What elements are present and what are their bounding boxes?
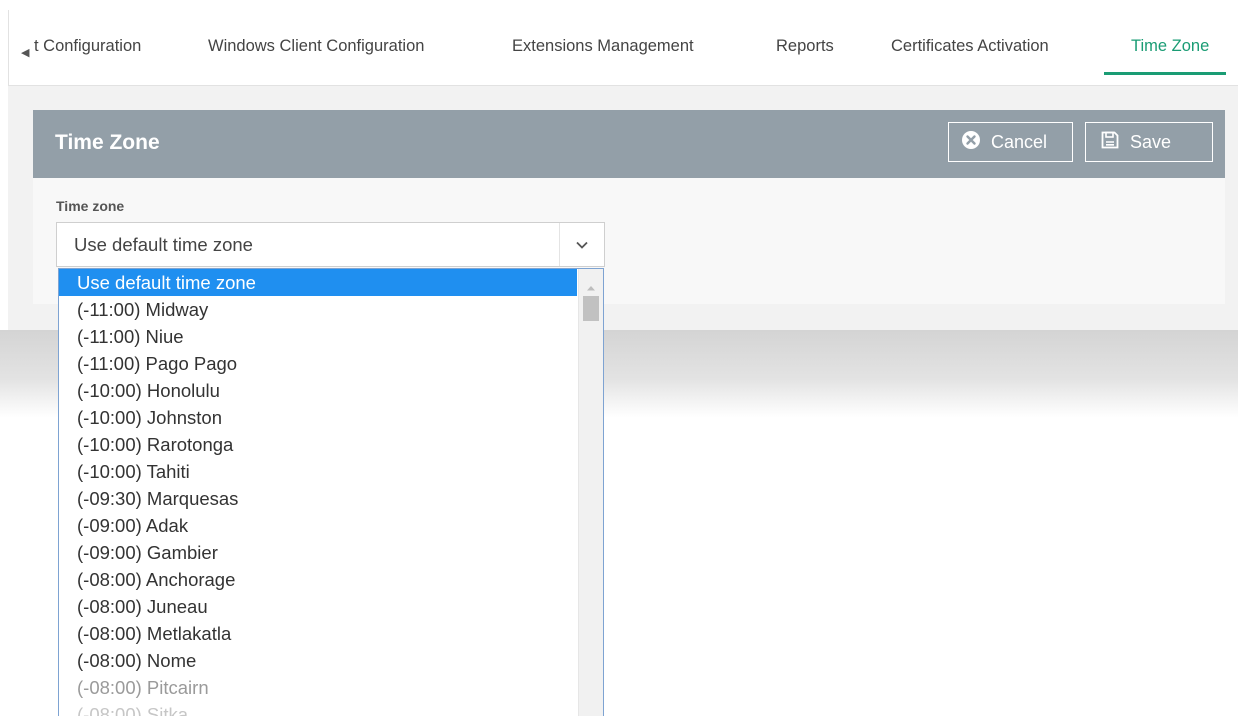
tab-time-zone[interactable]: Time Zone [1131, 37, 1209, 56]
tab-extensions-management[interactable]: Extensions Management [512, 37, 694, 56]
dropdown-option[interactable]: (-09:00) Adak [59, 512, 577, 539]
tab-windows-client-configuration[interactable]: Windows Client Configuration [208, 37, 424, 56]
dropdown-option[interactable]: (-11:00) Midway [59, 296, 577, 323]
save-button[interactable]: Save [1085, 122, 1213, 162]
caret-left-icon[interactable]: ◀ [21, 46, 29, 59]
time-zone-select[interactable]: Use default time zone [56, 222, 605, 267]
dropdown-option[interactable]: (-09:30) Marquesas [59, 485, 577, 512]
dropdown-option[interactable]: (-08:00) Juneau [59, 593, 577, 620]
cancel-label: Cancel [991, 131, 1048, 152]
caret-up-icon[interactable] [585, 279, 597, 297]
tab-bar: ◀ t Configuration Windows Client Configu… [8, 10, 1238, 86]
time-zone-dropdown[interactable]: Use default time zone (-11:00) Midway (-… [58, 268, 604, 716]
save-label: Save [1130, 131, 1172, 152]
time-zone-select-value: Use default time zone [74, 234, 253, 255]
dropdown-option[interactable]: (-08:00) Metlakatla [59, 620, 577, 647]
dropdown-option[interactable]: (-08:00) Anchorage [59, 566, 577, 593]
time-zone-label: Time zone [56, 198, 125, 214]
tab-certificates-activation[interactable]: Certificates Activation [891, 37, 1049, 56]
x-circle-icon [961, 130, 981, 155]
panel-title: Time Zone [55, 131, 160, 154]
dropdown-option[interactable]: (-09:00) Gambier [59, 539, 577, 566]
dropdown-option[interactable]: (-10:00) Honolulu [59, 377, 577, 404]
dropdown-option[interactable]: (-10:00) Tahiti [59, 458, 577, 485]
dropdown-option[interactable]: (-10:00) Johnston [59, 404, 577, 431]
dropdown-option[interactable]: (-10:00) Rarotonga [59, 431, 577, 458]
tab-reports[interactable]: Reports [776, 37, 834, 56]
dropdown-option[interactable]: (-11:00) Pago Pago [59, 350, 577, 377]
dropdown-scrollbar[interactable] [578, 269, 603, 716]
floppy-disk-icon [1100, 130, 1120, 155]
active-tab-indicator [1104, 72, 1226, 75]
dropdown-option[interactable]: (-11:00) Niue [59, 323, 577, 350]
tab-client-configuration[interactable]: t Configuration [34, 37, 141, 56]
cancel-button[interactable]: Cancel [948, 122, 1073, 162]
dropdown-option[interactable]: (-08:00) Pitcairn [59, 674, 577, 701]
dropdown-option[interactable]: Use default time zone [59, 269, 577, 296]
dropdown-option[interactable]: (-08:00) Sitka [59, 701, 577, 716]
scrollbar-thumb[interactable] [583, 296, 599, 321]
panel-header: Time Zone Cancel Save [33, 110, 1225, 178]
dropdown-option[interactable]: (-08:00) Nome [59, 647, 577, 674]
chevron-down-icon[interactable] [559, 223, 604, 266]
